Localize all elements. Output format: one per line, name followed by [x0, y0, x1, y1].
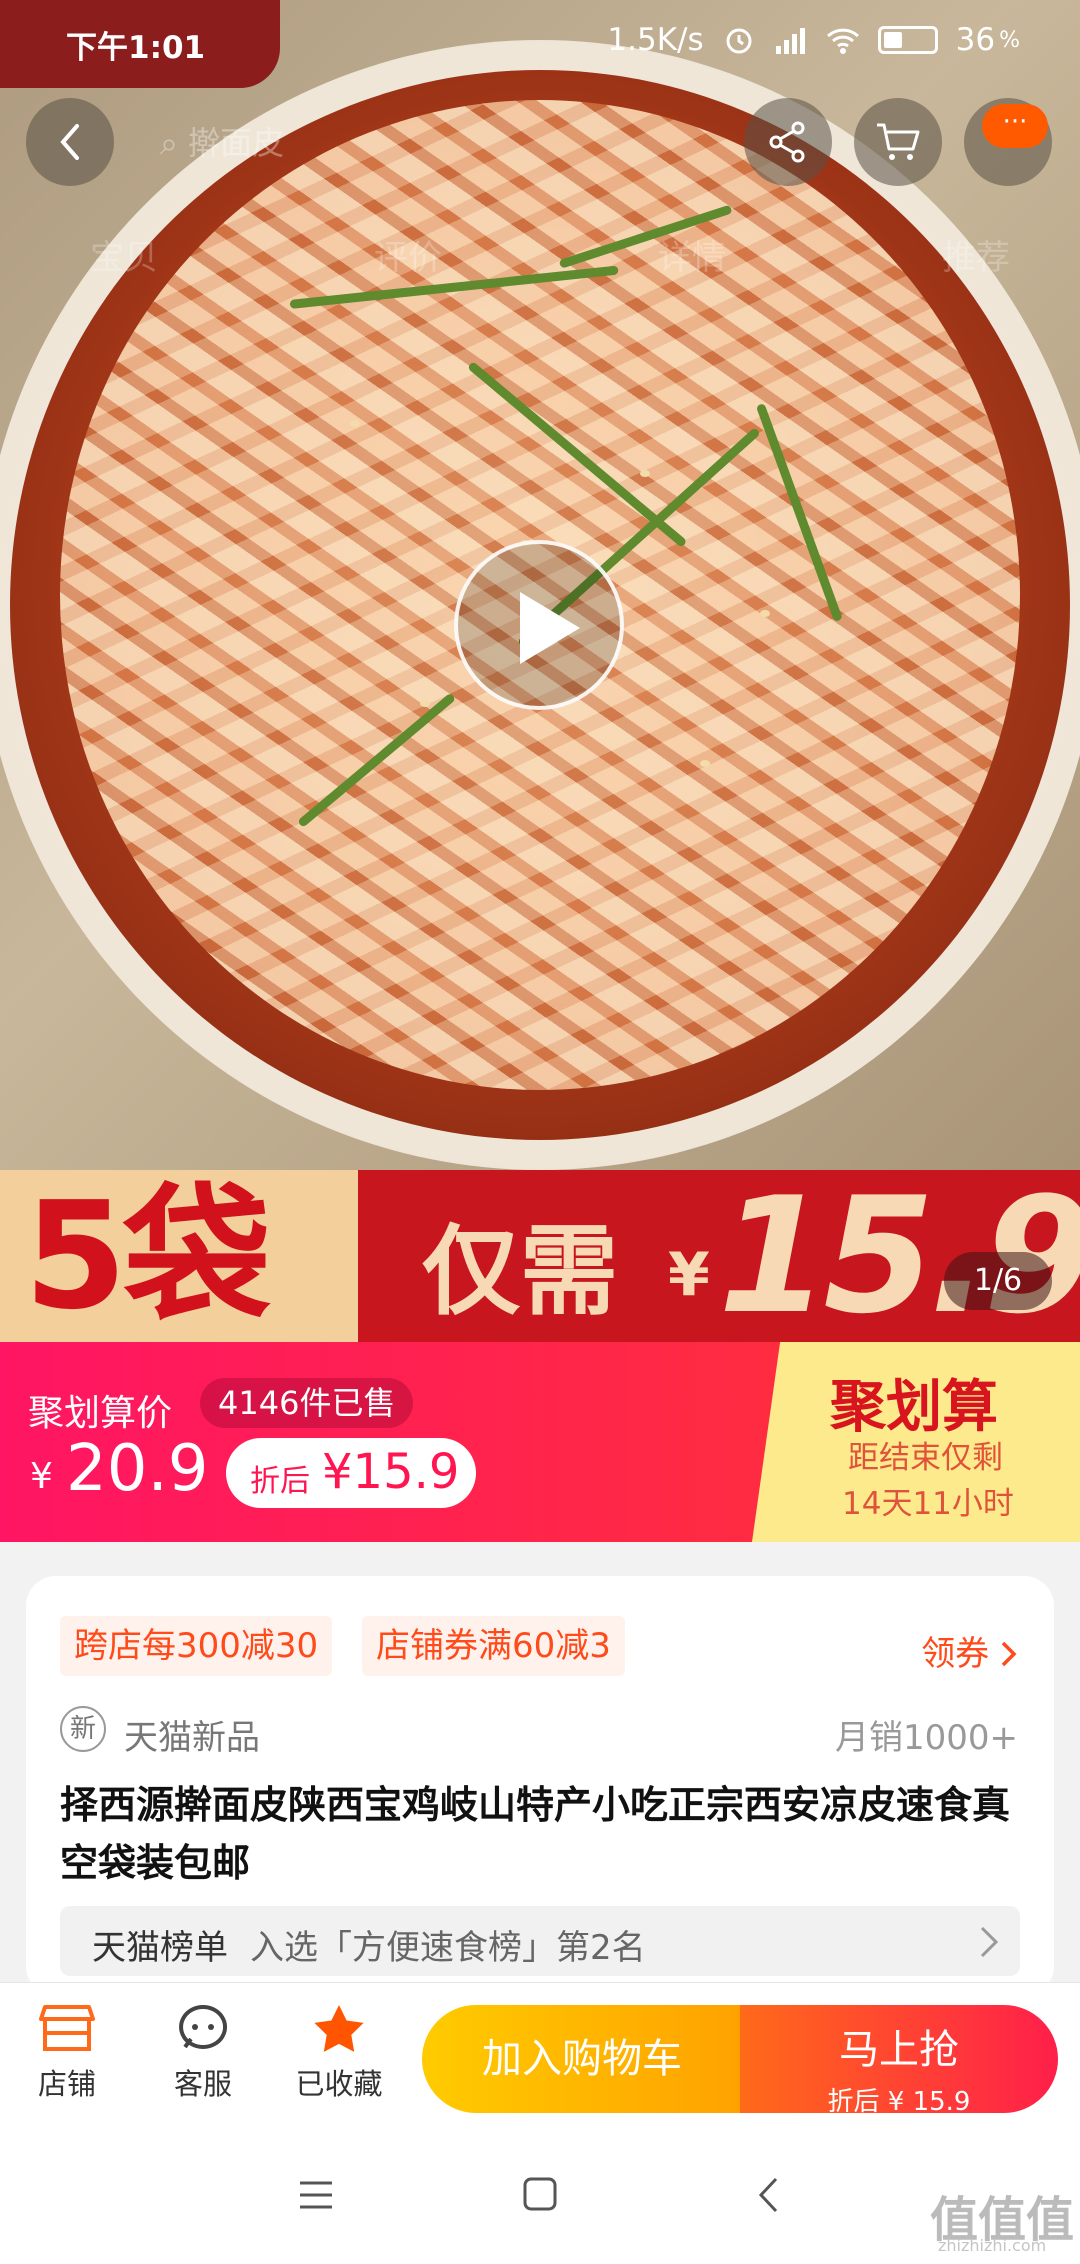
star-icon — [314, 2005, 364, 2052]
battery-icon — [877, 26, 938, 54]
menu-icon[interactable] — [298, 2180, 334, 2210]
chevron-right-icon — [980, 1926, 999, 1958]
shop-icon — [39, 2005, 95, 2051]
back-button[interactable] — [26, 98, 114, 186]
sesame-seed — [420, 700, 430, 707]
price-value: 20.9 — [66, 1432, 209, 1506]
share-button[interactable] — [744, 98, 832, 186]
cart-icon — [877, 123, 920, 160]
play-icon — [520, 592, 580, 664]
buy-now-sub: 折后 ¥ 15.9 — [827, 2087, 971, 2117]
watermark-url: zhizhizhi.com — [938, 2236, 1047, 2255]
promo-text: 仅需 — [422, 1215, 619, 1329]
promo-banner: 5袋 仅需 ¥ 15.9 — [0, 1162, 1080, 1349]
ghost-tab: 宝贝 — [90, 238, 158, 278]
after-discount-badge: 折后 ¥15.9 — [226, 1438, 476, 1508]
more-icon[interactable]: ··· — [982, 104, 1048, 148]
cart-button[interactable] — [854, 98, 942, 186]
coupon-tag-store[interactable]: 店铺券满60减3 — [362, 1616, 625, 1676]
tmall-new-label: 天猫新品 — [124, 1718, 260, 1758]
shop-label: 店铺 — [37, 2067, 96, 2101]
share-icon — [769, 121, 805, 163]
home-icon[interactable] — [522, 2176, 558, 2212]
price-bar: 聚划算价 4146件已售 ¥ 20.9 折后 ¥15.9 聚划算 距结束仅剩 1… — [0, 1342, 1080, 1542]
coupon-tag-cross-store[interactable]: 跨店每300减30 — [60, 1616, 333, 1676]
system-nav-bar — [0, 2132, 1080, 2264]
search-ghost-text: 擀面皮 — [188, 124, 285, 162]
new-product-icon: 新 — [60, 1706, 106, 1752]
price-yen: ¥ — [30, 1456, 53, 1497]
buy-now-label: 马上抢 — [839, 2027, 959, 2073]
promo-count: 5袋 — [0, 1170, 358, 1342]
battery-level: 36 — [955, 22, 996, 58]
favorited-label: 已收藏 — [295, 2067, 383, 2101]
play-video-button[interactable] — [454, 540, 624, 710]
status-time: 下午1:01 — [66, 30, 206, 66]
search-ghost: ⌕ 擀面皮 — [160, 124, 285, 162]
add-to-cart-button[interactable]: 加入购物车 — [422, 2005, 742, 2113]
juhuasuan-brand: 聚划算 — [830, 1375, 998, 1440]
ghost-tab: 评价 — [374, 238, 442, 278]
favorite-button[interactable]: 已收藏 — [284, 2003, 394, 2103]
wifi-icon — [826, 28, 859, 54]
alarm-icon — [726, 28, 752, 54]
get-coupon-label: 领券 — [921, 1634, 990, 1674]
ghost-tabs: 宝贝 评价 详情 推荐 — [90, 230, 1010, 279]
get-coupon-link[interactable]: 领券 — [921, 1626, 1018, 1675]
customer-service-label: 客服 — [173, 2067, 232, 2101]
customer-service-button[interactable]: 客服 — [148, 2003, 258, 2103]
customer-service-icon — [179, 2005, 228, 2049]
countdown-label: 距结束仅剩 — [848, 1440, 1003, 1476]
ranking-text: 入选「方便速食榜」第2名 — [250, 1928, 646, 1968]
price-label: 聚划算价 — [28, 1393, 173, 1434]
product-title: 择西源擀面皮陕西宝鸡岐山特产小吃正宗西安凉皮速食真空袋装包邮 — [60, 1783, 1011, 1885]
battery-percent-sign: % — [999, 27, 1020, 53]
promo-yen: ¥ — [668, 1240, 710, 1310]
signal-icon — [775, 28, 805, 54]
shop-button[interactable]: 店铺 — [12, 2003, 122, 2103]
ghost-tab: 推荐 — [942, 238, 1010, 278]
sesame-seed — [700, 760, 710, 767]
ranking-label: 天猫榜单 — [92, 1928, 228, 1968]
ghost-tab: 详情 — [658, 238, 726, 278]
sold-count-badge: 4146件已售 — [200, 1378, 414, 1428]
sesame-seed — [760, 610, 770, 617]
back-arrow-icon — [60, 124, 79, 160]
action-bar: 店铺 客服 已收藏 加入购物车 马上抢 折后 ¥ 15.9 — [0, 1982, 1080, 2132]
network-speed: 1.5K/s — [607, 22, 704, 58]
after-discount-label: 折后 — [250, 1464, 310, 1499]
gallery-page-indicator: 1/6 — [944, 1252, 1052, 1310]
monthly-sales: 月销1000+ — [834, 1718, 1018, 1758]
product-info-card: 跨店每300减30 店铺券满60减3 领券 新 天猫新品 月销1000+ 择西源… — [26, 1576, 1054, 1996]
after-discount-price: ¥15.9 — [322, 1444, 460, 1500]
buy-now-button[interactable]: 马上抢 折后 ¥ 15.9 — [740, 2005, 1058, 2117]
status-bar: 下午1:01 1.5K/s 36% — [0, 0, 1080, 88]
back-icon[interactable] — [756, 2176, 780, 2214]
sesame-seed — [640, 470, 650, 477]
chevron-right-icon — [1001, 1641, 1017, 1667]
ranking-row[interactable]: 天猫榜单 入选「方便速食榜」第2名 — [60, 1906, 1020, 1976]
sesame-seed — [350, 420, 360, 427]
countdown-time: 14天11小时 — [842, 1486, 1014, 1522]
